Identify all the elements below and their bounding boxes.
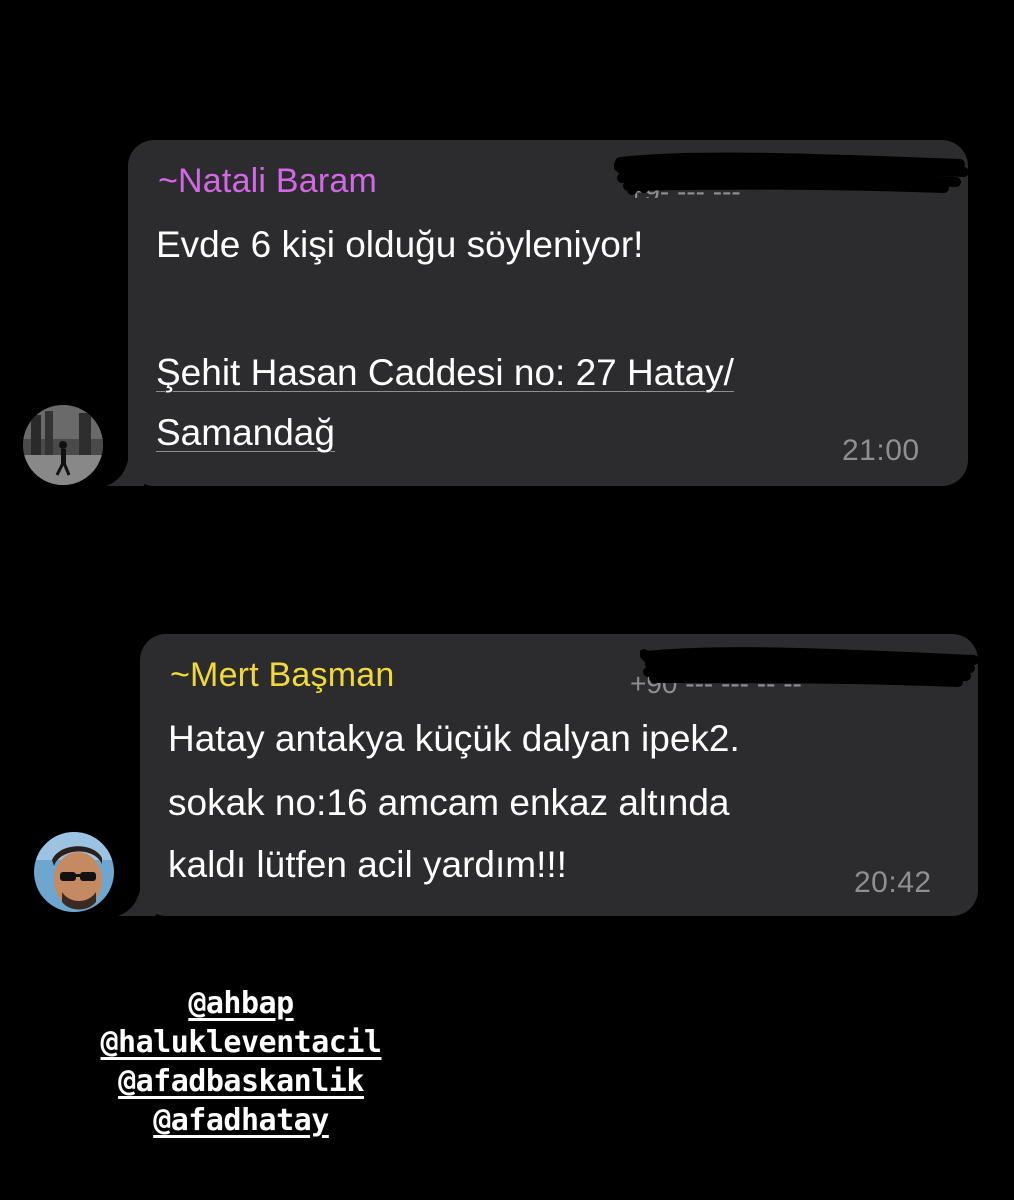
message-text-line: kaldı lütfen acil yardım!!! — [168, 844, 567, 885]
message-text-line: sokak no:16 amcam enkaz altında — [168, 782, 730, 823]
redaction-scribble — [614, 152, 969, 195]
message-text-line: Hatay antakya küçük dalyan ipek2. — [168, 718, 740, 759]
sender-name[interactable]: ~Mert Başman — [170, 656, 394, 695]
person-silhouette-avatar[interactable] — [23, 405, 103, 485]
man-with-sunglasses-avatar[interactable] — [34, 832, 114, 912]
sender-name[interactable]: ~Natali Baram — [158, 162, 377, 201]
message-text-line: Evde 6 kişi olduğu söyleniyor! — [156, 224, 644, 265]
message-timestamp: 20:42 — [854, 866, 932, 899]
mention-tag[interactable]: @afadhatay — [86, 1101, 396, 1140]
mention-tag[interactable]: @halukleventacil — [86, 1023, 396, 1062]
mention-tag[interactable]: @ahbap — [86, 984, 396, 1023]
mention-tag[interactable]: @afadbaskanlik — [86, 1062, 396, 1101]
redaction-scribble — [640, 647, 979, 687]
address-link[interactable]: Şehit Hasan Caddesi no: 27 Hatay/ — [156, 345, 734, 401]
story-mentions: @ahbap @halukleventacil @afadbaskanlik @… — [86, 984, 396, 1140]
message-timestamp: 21:00 — [842, 434, 920, 467]
address-link-continued[interactable]: Samandağ — [156, 405, 335, 461]
